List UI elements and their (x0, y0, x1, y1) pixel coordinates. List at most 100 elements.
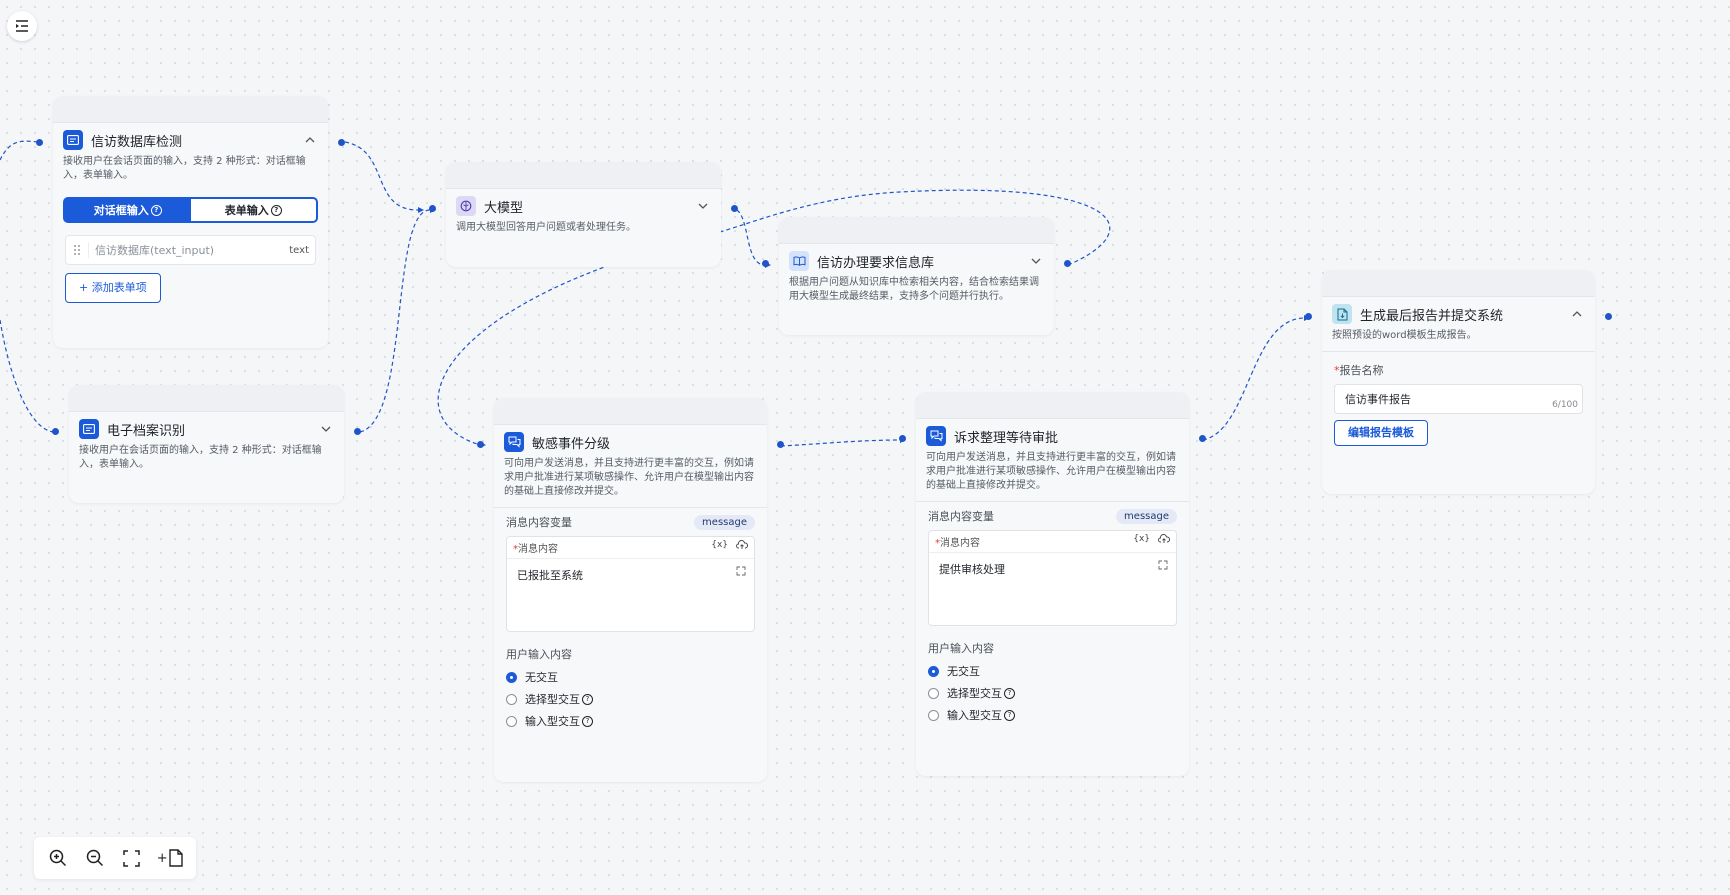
radio-circle[interactable] (506, 671, 517, 683)
radio-select-interaction[interactable]: 选择型交互? (494, 688, 767, 710)
edge-appeal-report (1202, 317, 1306, 441)
input-icon (79, 419, 99, 439)
output-port[interactable] (731, 205, 738, 212)
help-icon[interactable]: ? (1004, 687, 1015, 699)
fit-screen-icon[interactable] (118, 845, 144, 871)
zoom-out-icon[interactable] (82, 845, 108, 871)
edge-db-llm (344, 141, 419, 211)
message-variable-badge: message (1116, 508, 1177, 524)
expand-icon[interactable] (736, 561, 746, 580)
insert-variable-icon[interactable]: {x} (711, 540, 728, 555)
insert-variable-icon[interactable]: {x} (1133, 534, 1150, 549)
output-port[interactable] (1199, 435, 1206, 442)
cloud-upload-icon[interactable] (736, 540, 748, 555)
radio-circle[interactable] (928, 687, 939, 699)
tab-dialog-input[interactable]: 对话框输入? (65, 199, 191, 221)
user-input-label: 用户输入内容 (506, 648, 572, 661)
chevron-down-icon[interactable] (695, 198, 711, 214)
expand-icon[interactable] (1158, 555, 1168, 574)
chevron-down-icon[interactable] (318, 421, 334, 437)
report-name-input[interactable]: 信访事件报告 6/100 (1334, 384, 1583, 414)
radio-label: 选择型交互 (947, 687, 1002, 700)
node-appeal-approval[interactable]: 诉求整理等待审批 可向用户发送消息，并且支持进行更丰富的交互，例如请求用户批准进… (899, 392, 1206, 776)
input-port[interactable] (477, 441, 484, 448)
chat-icon (926, 426, 946, 446)
output-port[interactable] (1064, 260, 1071, 267)
input-port[interactable] (52, 428, 59, 435)
node-db-detect[interactable]: 信访数据库检测 接收用户在会话页面的输入，支持 2 种形式：对话框输入，表单输入… (36, 96, 345, 348)
node-sensitive-grading[interactable]: 敏感事件分级 可向用户发送消息，并且支持进行更丰富的交互，例如请求用户批准进行某… (477, 398, 784, 782)
chevron-up-icon[interactable] (1569, 306, 1585, 322)
message-content-value[interactable]: 提供审核处理 (929, 553, 1176, 585)
char-counter: 6/100 (1552, 400, 1578, 410)
tab-label: 对话框输入 (93, 204, 149, 217)
radio-no-interaction[interactable]: 无交互 (916, 660, 1189, 682)
radio-circle[interactable] (506, 693, 517, 705)
edge-sensitive-appeal (780, 439, 901, 447)
node-top-bar (779, 217, 1054, 244)
node-top-bar (1322, 270, 1595, 297)
node-generate-report[interactable]: 生成最后报告并提交系统 按照预设的word模板生成报告。 * 报告名称 信访事件报… (1305, 270, 1612, 494)
node-description: 接收用户在会话页面的输入，支持 2 种形式：对话框输入，表单输入。 (79, 445, 322, 470)
help-icon[interactable]: ? (150, 204, 162, 216)
chevron-down-icon[interactable] (1028, 253, 1044, 269)
help-icon[interactable]: ? (270, 204, 282, 216)
edge-arrow (418, 207, 424, 213)
cloud-upload-icon[interactable] (1158, 534, 1170, 549)
zoom-in-icon[interactable] (45, 845, 71, 871)
input-port[interactable] (899, 435, 906, 442)
help-icon[interactable]: ? (582, 693, 593, 705)
edge-entry-db (0, 140, 39, 161)
node-description: 可向用户发送消息，并且支持进行更丰富的交互，例如请求用户批准进行某项敏感操作、允… (504, 458, 754, 497)
radio-select-interaction[interactable]: 选择型交互? (916, 682, 1189, 704)
help-icon[interactable]: ? (582, 715, 593, 727)
node-description: 接收用户在会话页面的输入，支持 2 种形式：对话框输入，表单输入。 (63, 156, 306, 181)
book-icon (789, 251, 809, 271)
field-type-tag: text (289, 244, 309, 256)
node-title: 诉求整理等待审批 (954, 430, 1059, 446)
message-content-label: 消息内容 (518, 544, 558, 555)
input-port[interactable] (762, 260, 769, 267)
node-knowledge-base[interactable]: 信访办理要求信息库 根据用户问题从知识库中检索相关内容，结合检索结果调用大模型生… (762, 217, 1071, 335)
radio-circle[interactable] (506, 715, 517, 727)
form-field-row[interactable]: 信访数据库(text_input) text (65, 235, 316, 265)
radio-circle[interactable] (928, 665, 939, 677)
chevron-up-icon[interactable] (302, 132, 318, 148)
radio-circle[interactable] (928, 709, 939, 721)
node-top-bar (916, 392, 1189, 419)
radio-input-interaction[interactable]: 输入型交互? (916, 704, 1189, 726)
node-archive[interactable]: 电子档案识别 接收用户在会话页面的输入，支持 2 种形式：对话框输入，表单输入。 (52, 385, 361, 503)
node-title: 信访办理要求信息库 (817, 255, 935, 271)
radio-input-interaction[interactable]: 输入型交互? (494, 710, 767, 732)
node-description: 调用大模型回答用户问题或者处理任务。 (456, 222, 636, 233)
message-content-editor[interactable]: *消息内容 {x} 提供审核处理 (928, 530, 1177, 626)
message-variable-badge: message (694, 514, 755, 530)
message-content-value[interactable]: 已报批至系统 (507, 559, 754, 591)
field-name: 信访数据库(text_input) (88, 242, 289, 258)
output-port[interactable] (338, 139, 345, 146)
toggle-panel-button[interactable] (7, 11, 37, 41)
input-mode-tabs: 对话框输入? 表单输入? (63, 197, 318, 223)
drag-handle-icon[interactable] (66, 244, 88, 256)
add-form-item-button[interactable]: + 添加表单项 (65, 273, 161, 303)
input-port[interactable] (429, 205, 436, 212)
input-port[interactable] (1305, 313, 1312, 320)
radio-no-interaction[interactable]: 无交互 (494, 666, 767, 688)
output-port[interactable] (354, 428, 361, 435)
input-port[interactable] (36, 139, 43, 146)
node-top-bar (69, 385, 344, 412)
document-icon (1332, 304, 1352, 324)
edit-report-template-button[interactable]: 编辑报告模板 (1334, 420, 1428, 446)
help-icon[interactable]: ? (1004, 709, 1015, 721)
message-content-editor[interactable]: *消息内容 {x} 已报批至系统 (506, 536, 755, 632)
output-port[interactable] (777, 441, 784, 448)
node-description: 按照预设的word模板生成报告。 (1332, 330, 1477, 341)
add-document-icon[interactable]: + (155, 845, 185, 871)
node-top-bar (494, 398, 767, 425)
tab-form-input[interactable]: 表单输入? (191, 199, 317, 221)
node-llm[interactable]: 大模型 调用大模型回答用户问题或者处理任务。 (429, 162, 738, 267)
radio-label: 输入型交互 (947, 709, 1002, 722)
tab-label: 表单输入 (224, 204, 269, 217)
output-port[interactable] (1605, 313, 1612, 320)
node-top-bar (53, 96, 328, 123)
